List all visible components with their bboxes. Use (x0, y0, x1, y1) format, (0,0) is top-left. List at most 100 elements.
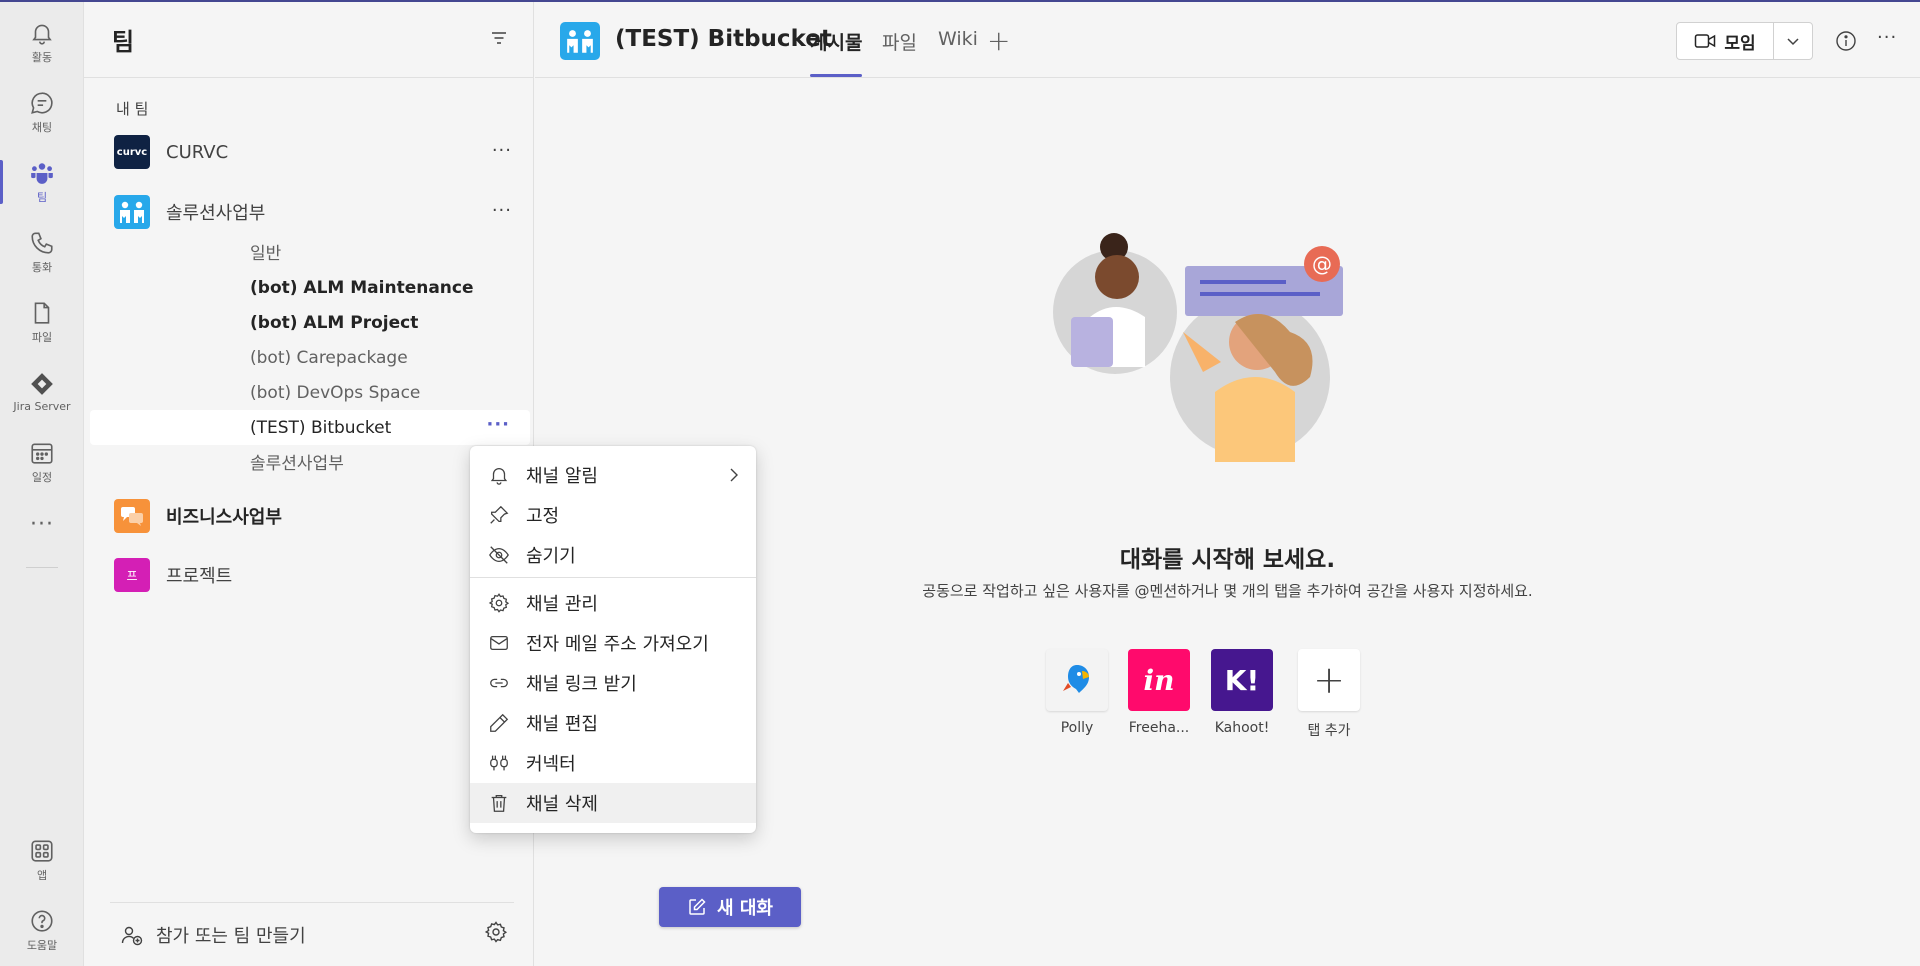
menu-item-get-email[interactable]: 전자 메일 주소 가져오기 (470, 623, 756, 663)
jira-icon (31, 373, 53, 395)
chat-bubbles-icon (121, 507, 143, 526)
panel-footer: 참가 또는 팀 만들기 (110, 902, 514, 966)
teams-logo-icon (120, 201, 144, 223)
team-item-curvc[interactable]: curvc CURVC ··· (84, 130, 534, 174)
menu-item-manage-channel[interactable]: 채널 관리 (470, 583, 756, 623)
new-conversation-label: 새 대화 (717, 898, 773, 919)
teams-icon (31, 162, 53, 184)
menu-item-label: 전자 메일 주소 가져오기 (526, 634, 709, 655)
app-label: Polly (1060, 720, 1094, 736)
people-add-icon (121, 926, 143, 945)
channel-more-options[interactable]: ··· (486, 414, 510, 435)
rail-calls[interactable]: 통화 (0, 220, 84, 284)
channel-context-menu: 채널 알림 고정 숨기기 채널 관리 전자 메일 주소 가져오기 채널 링크 받… (470, 446, 756, 833)
file-icon (34, 301, 50, 324)
channel-item[interactable]: 일반 (90, 234, 530, 269)
menu-item-label: 채널 알림 (526, 466, 598, 487)
channel-header: (TEST) Bitbucket 게시물 파일 Wiki + 모임 ··· (535, 2, 1920, 78)
app-tile-freehand[interactable]: in (1128, 649, 1190, 711)
menu-divider (470, 577, 756, 578)
rail-activity[interactable]: 활동 (0, 10, 84, 74)
app-label: Freeha... (1128, 720, 1190, 736)
rail-label: 앱 (36, 868, 48, 882)
rail-files[interactable]: 파일 (0, 290, 84, 354)
team-more-options[interactable]: ··· (492, 140, 512, 161)
team-item-business[interactable]: 비즈니스사업부 (84, 494, 534, 538)
rail-apps[interactable]: 앱 (0, 828, 84, 892)
rail-label: 활동 (31, 50, 53, 64)
menu-item-delete-channel[interactable]: 채널 삭제 (470, 783, 756, 823)
add-tab-tile[interactable]: + (1298, 649, 1360, 711)
meet-dropdown-button[interactable] (1773, 22, 1813, 60)
channel-item[interactable]: 솔루션사업부 (90, 444, 530, 479)
video-camera-icon (1695, 34, 1716, 48)
compose-icon (689, 898, 706, 915)
menu-item-pin[interactable]: 고정 (470, 495, 756, 535)
rail-calendar[interactable]: 일정 (0, 430, 84, 494)
menu-item-channel-notifications[interactable]: 채널 알림 (470, 455, 756, 495)
rail-label: 파일 (31, 330, 53, 344)
rail-label: 채팅 (31, 120, 53, 134)
app-tile-kahoot[interactable]: K! (1211, 649, 1273, 711)
tab-posts[interactable]: 게시물 (810, 28, 862, 55)
trash-icon (491, 795, 507, 812)
menu-item-edit-channel[interactable]: 채널 편집 (470, 703, 756, 743)
menu-item-hide[interactable]: 숨기기 (470, 535, 756, 575)
new-conversation-button[interactable]: 새 대화 (659, 887, 801, 927)
team-name: 프로젝트 (166, 566, 233, 587)
team-more-options[interactable]: ··· (492, 200, 512, 221)
rail-teams[interactable]: 팀 (0, 150, 84, 214)
channel-label: (TEST) Bitbucket (250, 417, 392, 438)
help-icon (31, 909, 53, 932)
menu-item-get-link[interactable]: 채널 링크 받기 (470, 663, 756, 703)
app-tile-polly[interactable] (1046, 649, 1108, 711)
channel-item[interactable]: (bot) ALM Maintenance (90, 270, 530, 305)
rail-chat[interactable]: 채팅 (0, 80, 84, 144)
app-label: 탭 추가 (1307, 723, 1351, 739)
svg-text:@: @ (1312, 252, 1332, 276)
active-tab-indicator (810, 74, 862, 77)
panel-title: 팀 (112, 28, 135, 56)
link-icon (490, 678, 508, 688)
panel-header: 팀 (84, 2, 533, 78)
pencil-icon (490, 713, 509, 732)
app-label: Kahoot! (1214, 720, 1270, 736)
info-icon[interactable] (1834, 29, 1858, 53)
mail-icon (490, 635, 508, 651)
rail-jira[interactable]: Jira Server (0, 360, 84, 424)
team-name: CURVC (166, 141, 229, 163)
rail-label: 통화 (31, 260, 53, 274)
meet-label: 모임 (1724, 33, 1756, 54)
menu-item-connectors[interactable]: 커넥터 (470, 743, 756, 783)
add-tab-button[interactable]: + (987, 24, 1010, 57)
channel-item[interactable]: (bot) DevOps Space (90, 375, 530, 410)
menu-item-label: 채널 삭제 (526, 794, 598, 815)
app-rail: 활동 채팅 팀 통화 파일 Jira Server 일정 ··· 앱 도움말 (0, 2, 84, 966)
filter-icon[interactable] (489, 28, 509, 52)
tab-files[interactable]: 파일 (882, 28, 917, 55)
rail-more-apps[interactable]: ··· (0, 512, 84, 537)
chevron-right-icon (730, 468, 738, 482)
team-logo (114, 195, 150, 229)
pin-icon (490, 505, 509, 524)
rail-help[interactable]: 도움말 (0, 898, 84, 962)
team-logo (114, 499, 150, 533)
meet-button[interactable]: 모임 (1676, 22, 1774, 60)
channel-title: (TEST) Bitbucket (615, 26, 832, 52)
calendar-icon (31, 443, 53, 464)
rail-label: 일정 (31, 470, 53, 484)
channel-item[interactable]: (bot) ALM Project (90, 305, 530, 340)
rail-label: 도움말 (26, 938, 58, 952)
menu-item-label: 고정 (526, 506, 560, 527)
team-name: 솔루션사업부 (166, 203, 266, 224)
menu-item-label: 숨기기 (526, 546, 576, 567)
tab-wiki[interactable]: Wiki (938, 28, 978, 50)
section-label-my-teams: 내 팀 (116, 100, 149, 118)
team-item-solution[interactable]: 솔루션사업부 ··· (84, 190, 534, 234)
team-item-project[interactable]: 프 프로젝트 (84, 553, 534, 597)
join-create-team-button[interactable]: 참가 또는 팀 만들기 (120, 922, 306, 948)
more-options-button[interactable]: ··· (1877, 27, 1897, 48)
gear-icon[interactable] (484, 920, 508, 949)
channel-item-selected[interactable]: (TEST) Bitbucket ··· (90, 410, 530, 445)
channel-item[interactable]: (bot) Carepackage (90, 340, 530, 375)
